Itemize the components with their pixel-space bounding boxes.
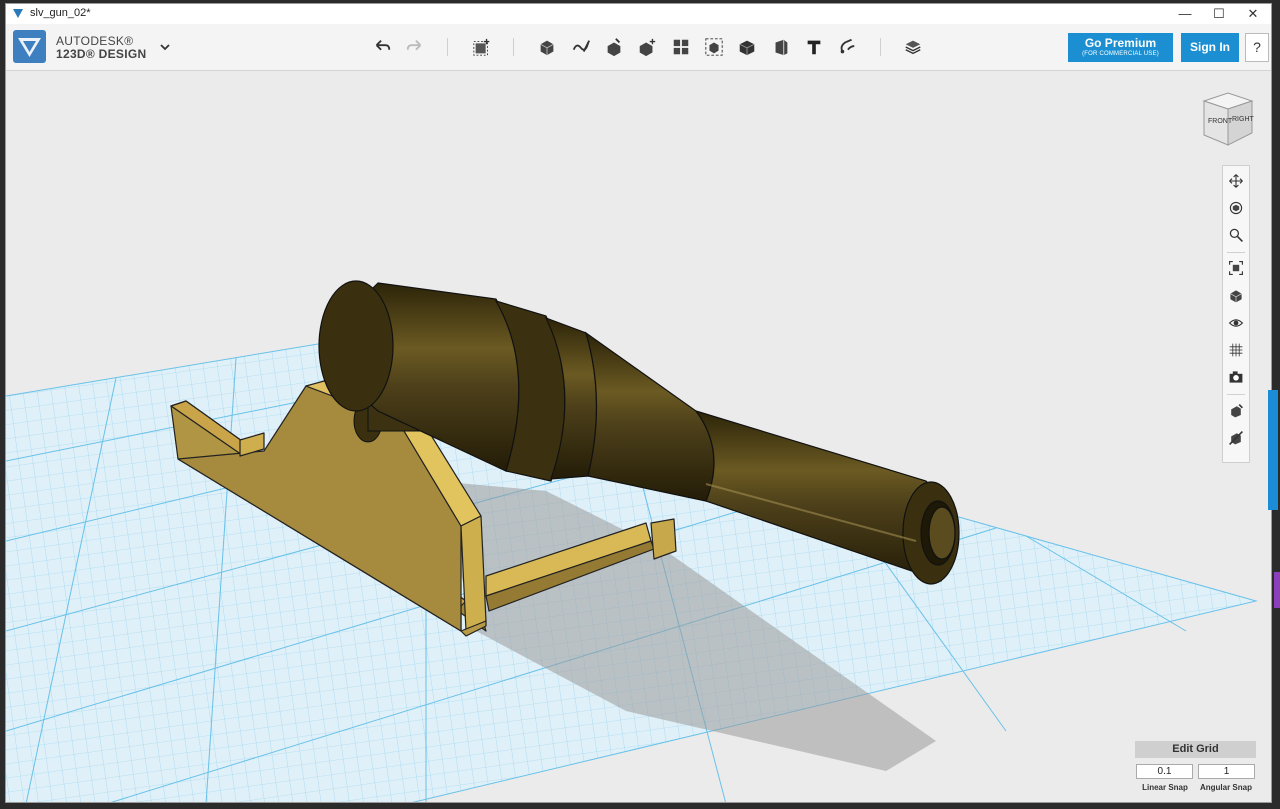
camera-icon[interactable] xyxy=(1226,367,1246,387)
text-icon[interactable] xyxy=(803,36,825,58)
angular-snap-label: Angular Snap xyxy=(1199,783,1252,792)
measure-icon[interactable] xyxy=(770,36,792,58)
zoom-icon[interactable] xyxy=(1226,225,1246,245)
combine-icon[interactable] xyxy=(736,36,758,58)
viewcube-front-label: FRONT xyxy=(1208,118,1233,125)
app-icon xyxy=(13,9,23,18)
linear-snap-label: Linear Snap xyxy=(1142,783,1188,792)
go-premium-label: Go Premium xyxy=(1084,36,1157,50)
chevron-down-icon[interactable] xyxy=(158,40,172,54)
hide-materials-icon[interactable] xyxy=(1226,428,1246,448)
modify-icon[interactable] xyxy=(636,36,658,58)
close-button[interactable]: ✕ xyxy=(1236,4,1270,24)
undo-icon[interactable] xyxy=(371,36,393,58)
grouping-icon[interactable] xyxy=(703,36,725,58)
minimize-button[interactable]: — xyxy=(1168,4,1202,24)
grid-settings-panel: Edit Grid 0.1 1 Linear Snap Angular Snap xyxy=(1135,741,1256,797)
brand-autodesk: AUTODESK® xyxy=(56,34,134,48)
grid-visibility-icon[interactable] xyxy=(1226,340,1246,360)
title-bar: slv_gun_02* — ☐ ✕ xyxy=(6,4,1271,24)
view-cube[interactable]: FRONT RIGHT xyxy=(1196,89,1256,149)
angular-snap-input[interactable]: 1 xyxy=(1198,764,1255,779)
go-premium-button[interactable]: Go Premium (FOR COMMERCIAL USE) xyxy=(1068,33,1173,62)
fit-icon[interactable] xyxy=(1226,258,1246,278)
main-toolbar: AUTODESK® 123D® DESIGN Go Premium (FOR C… xyxy=(6,24,1271,71)
linear-snap-input[interactable]: 0.1 xyxy=(1136,764,1193,779)
app-window: slv_gun_02* — ☐ ✕ AUTODESK® 123D® DESIGN… xyxy=(5,3,1272,803)
3d-viewport[interactable]: FRONT RIGHT Edit Grid 0.1 1 Linear Snap xyxy=(6,71,1271,802)
sign-in-button[interactable]: Sign In xyxy=(1181,33,1239,62)
primitives-icon[interactable] xyxy=(536,36,558,58)
side-accent-strip xyxy=(1274,572,1280,608)
pattern-icon[interactable] xyxy=(670,36,692,58)
go-premium-sublabel: (FOR COMMERCIAL USE) xyxy=(1082,51,1159,57)
navigation-bar xyxy=(1222,165,1250,463)
edit-grid-button[interactable]: Edit Grid xyxy=(1135,741,1256,758)
scene-render xyxy=(6,280,1258,802)
autodesk-123d-logo-icon[interactable] xyxy=(13,30,46,63)
snap-icon[interactable] xyxy=(836,36,858,58)
help-button[interactable]: ? xyxy=(1245,33,1269,62)
viewcube-right-label: RIGHT xyxy=(1232,116,1255,123)
visibility-icon[interactable] xyxy=(1226,313,1246,333)
view-mode-icon[interactable] xyxy=(1226,286,1246,306)
material-icon[interactable] xyxy=(902,36,924,58)
window-title: slv_gun_02* xyxy=(30,7,91,19)
construct-icon[interactable] xyxy=(603,36,625,58)
side-panel-tab[interactable] xyxy=(1268,390,1278,510)
material-view-icon[interactable] xyxy=(1226,401,1246,421)
brand-product: 123D® DESIGN xyxy=(56,47,147,61)
maximize-button[interactable]: ☐ xyxy=(1202,4,1236,24)
sketch-icon[interactable] xyxy=(570,36,592,58)
redo-icon[interactable] xyxy=(404,36,426,58)
transform-icon[interactable] xyxy=(471,36,493,58)
pan-icon[interactable] xyxy=(1226,171,1246,191)
orbit-icon[interactable] xyxy=(1226,198,1246,218)
